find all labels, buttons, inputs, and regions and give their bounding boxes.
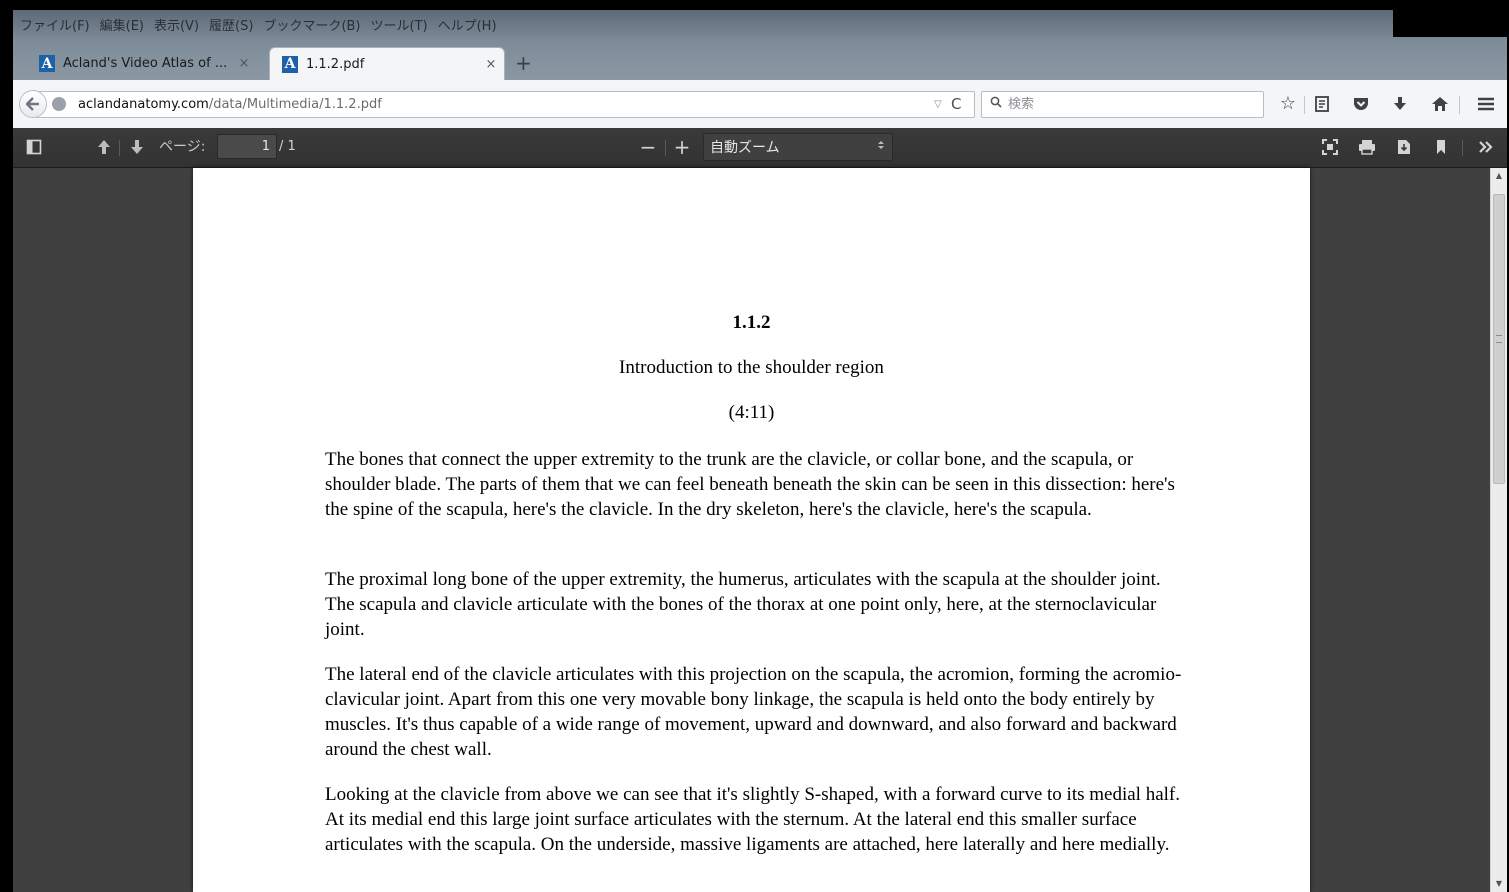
- next-page-icon[interactable]: [126, 134, 148, 160]
- close-tab-icon[interactable]: ×: [478, 57, 504, 72]
- scroll-down-icon[interactable]: ▼: [1491, 876, 1507, 892]
- back-button[interactable]: [19, 90, 47, 118]
- pdf-page: 1.1.2 Introduction to the shoulder regio…: [193, 168, 1310, 892]
- document-duration: (4:11): [728, 402, 775, 423]
- toolbar-separator: [665, 140, 666, 156]
- fullscreen-icon[interactable]: [1319, 134, 1341, 160]
- page-total: / 1: [279, 139, 296, 154]
- star-icon[interactable]: ☆: [1274, 90, 1302, 118]
- search-placeholder: 検索: [1008, 97, 1035, 112]
- menu-bookmarks[interactable]: ブックマーク(B): [260, 16, 367, 38]
- title-bar: ファイル(F) 編集(E) 表示(V) 履歴(S) ブックマーク(B) ツール(…: [13, 10, 1507, 80]
- menu-icon[interactable]: [1472, 90, 1500, 118]
- document-title: Introduction to the shoulder region: [619, 357, 884, 378]
- tools-icon[interactable]: [1475, 134, 1497, 160]
- tab-label: Acland's Video Atlas of ...: [63, 56, 228, 71]
- pdf-viewer[interactable]: 1.1.2 Introduction to the shoulder regio…: [13, 168, 1507, 892]
- toolbar-separator: [1304, 96, 1305, 114]
- scrollbar-thumb[interactable]: [1493, 194, 1505, 484]
- close-tab-icon[interactable]: ×: [231, 56, 257, 71]
- paragraph: The bones that connect the upper extremi…: [325, 449, 1175, 520]
- toolbar-separator: [1459, 96, 1460, 114]
- menu-help[interactable]: ヘルプ(H): [435, 16, 504, 38]
- acland-favicon-icon: A: [282, 55, 298, 73]
- url-host: aclandanatomy.com: [78, 97, 209, 112]
- download-icon[interactable]: [1386, 90, 1414, 118]
- zoom-select[interactable]: 自動ズーム: [703, 133, 893, 161]
- page-number-input[interactable]: 1: [217, 134, 277, 159]
- globe-icon: [52, 97, 66, 111]
- screen-border-left: [0, 0, 13, 892]
- bookmark-icon[interactable]: [1430, 134, 1452, 160]
- previous-page-icon[interactable]: [93, 134, 115, 160]
- menu-tools[interactable]: ツール(T): [368, 16, 435, 38]
- chevron-down-icon: [878, 134, 884, 162]
- paragraph: Looking at the clavicle from above we ca…: [325, 784, 1180, 855]
- print-icon[interactable]: [1356, 134, 1378, 160]
- tab-pdf[interactable]: A 1.1.2.pdf ×: [269, 47, 505, 80]
- browser-window: ファイル(F) 編集(E) 表示(V) 履歴(S) ブックマーク(B) ツール(…: [13, 10, 1507, 892]
- vertical-scrollbar[interactable]: ▲ ▼: [1490, 168, 1507, 892]
- sidebar-toggle-icon[interactable]: [23, 134, 45, 160]
- menu-file[interactable]: ファイル(F): [17, 16, 97, 38]
- reload-icon[interactable]: C: [951, 92, 961, 117]
- menu-history[interactable]: 履歴(S): [206, 16, 260, 38]
- url-text: aclandanatomy.com/data/Multimedia/1.1.2.…: [78, 92, 382, 117]
- navigation-toolbar: aclandanatomy.com/data/Multimedia/1.1.2.…: [13, 80, 1507, 129]
- page-label: ページ:: [159, 139, 206, 155]
- toolbar-separator: [1462, 140, 1463, 156]
- zoom-in-button[interactable]: +: [671, 134, 693, 160]
- pdf-toolbar: ページ: 1 / 1 − + 自動ズーム: [13, 128, 1507, 168]
- arrow-left-icon: [26, 97, 39, 111]
- tab-label: 1.1.2.pdf: [306, 56, 365, 72]
- document-number: 1.1.2: [732, 312, 771, 333]
- grip-icon: [1496, 335, 1502, 343]
- home-icon[interactable]: [1426, 90, 1454, 118]
- menu-view[interactable]: 表示(V): [151, 16, 206, 38]
- acland-favicon-icon: A: [39, 55, 55, 72]
- toolbar-separator: [119, 140, 120, 156]
- scroll-up-icon[interactable]: ▲: [1491, 168, 1507, 184]
- url-path: /data/Multimedia/1.1.2.pdf: [208, 97, 382, 112]
- paragraph: The lateral end of the clavicle articula…: [325, 664, 1182, 760]
- zoom-value: 自動ズーム: [710, 140, 780, 156]
- reading-list-icon[interactable]: [1308, 90, 1336, 118]
- tab-acland-atlas[interactable]: A Acland's Video Atlas of ... ×: [27, 47, 257, 80]
- url-bar[interactable]: aclandanatomy.com/data/Multimedia/1.1.2.…: [35, 91, 975, 118]
- menu-edit[interactable]: 編集(E): [97, 16, 151, 38]
- url-history-dropdown[interactable]: ▽: [934, 92, 942, 117]
- screen-border-top: [0, 0, 1509, 10]
- search-bar[interactable]: 検索: [981, 91, 1264, 118]
- zoom-out-button[interactable]: −: [637, 134, 659, 160]
- menu-bar: ファイル(F) 編集(E) 表示(V) 履歴(S) ブックマーク(B) ツール(…: [17, 16, 504, 38]
- paragraph: The proximal long bone of the upper extr…: [325, 569, 1161, 640]
- pocket-icon[interactable]: [1347, 90, 1375, 118]
- window-controls-area: [1393, 10, 1507, 37]
- save-icon[interactable]: [1393, 134, 1415, 160]
- search-icon: [990, 92, 1002, 117]
- new-tab-button[interactable]: +: [515, 47, 532, 80]
